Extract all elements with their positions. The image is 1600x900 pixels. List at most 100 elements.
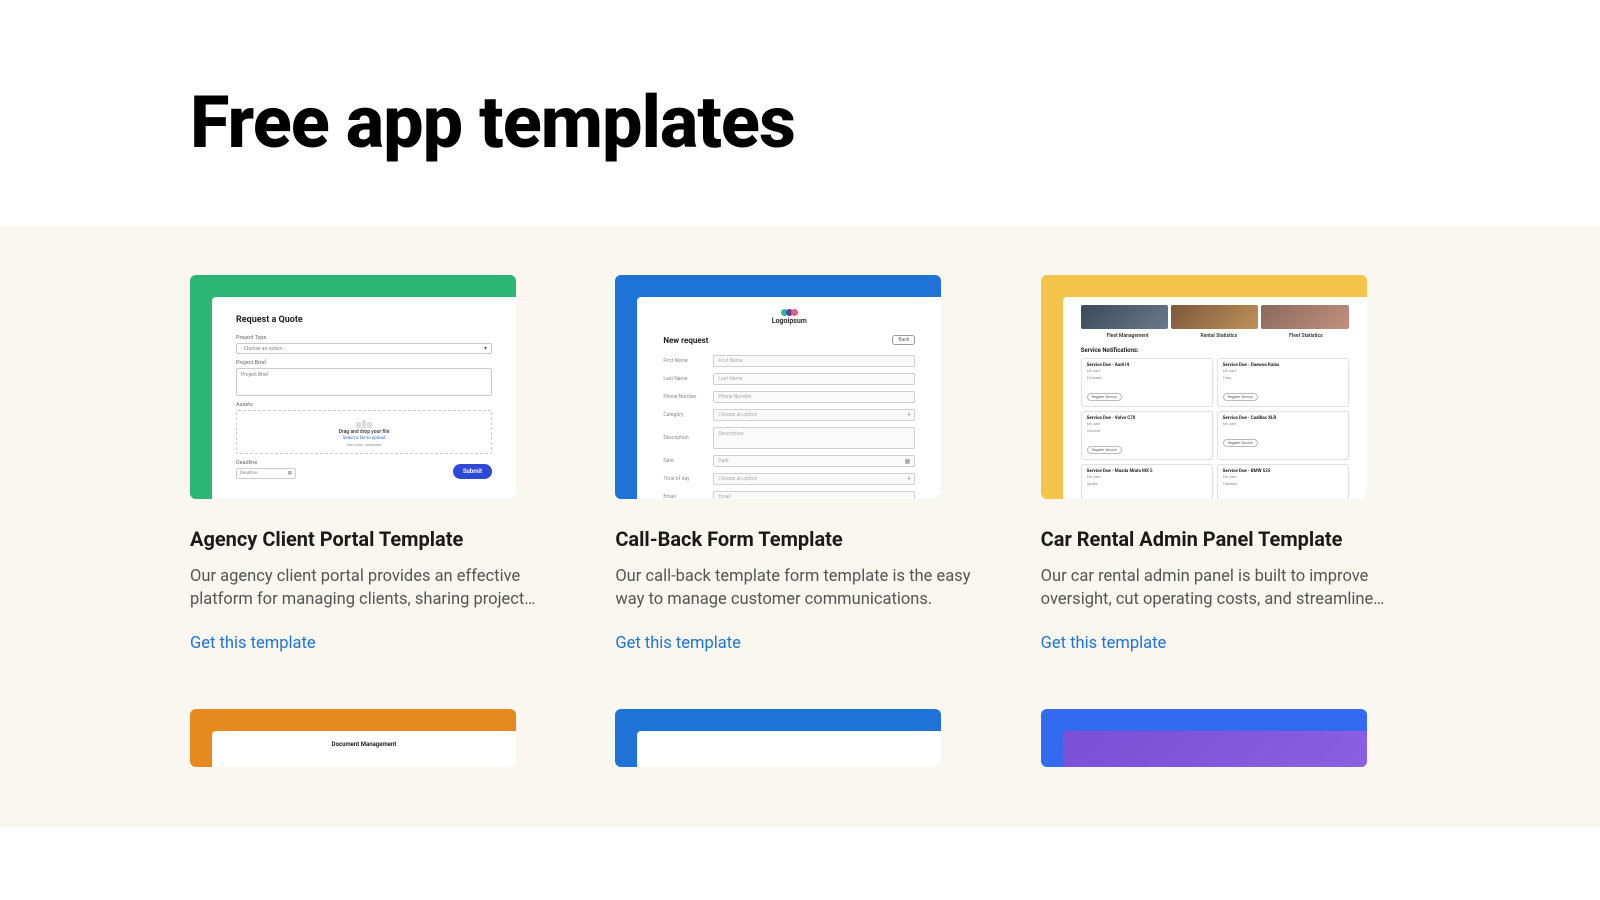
mini-card: Service Due - Volvo C706th JuneConcordRe… <box>1081 411 1213 460</box>
mini-card: Service Due - Audi I46th JuneEl DoradoRe… <box>1081 358 1213 407</box>
template-card <box>1041 709 1410 767</box>
drop-line: from your computer <box>346 442 381 447</box>
field-label: Date <box>663 458 713 464</box>
chevron-down-icon: ▾ <box>908 476 911 482</box>
mini-subtitle: 6th June <box>1087 369 1207 373</box>
thumbnail-panel: Logoipsum New request Back First NameFir… <box>637 297 941 499</box>
text-input: Email <box>713 491 915 499</box>
mini-subtitle: 6th June <box>1223 475 1343 479</box>
template-card-callback: Logoipsum New request Back First NameFir… <box>615 275 984 653</box>
upload-icon <box>356 418 372 428</box>
thumbnail-panel <box>637 731 941 767</box>
mini-button: Register Service <box>1223 393 1258 401</box>
thumb-image <box>1081 305 1168 329</box>
file-drop-zone: Drag and drop your file Select a file to… <box>236 410 492 454</box>
text-input: Phone Number <box>713 391 915 403</box>
thumb-tab: Rental Statistics <box>1201 333 1238 339</box>
date-value: Deadline <box>240 471 257 476</box>
template-title: Agency Client Portal Template <box>190 527 559 551</box>
get-template-link[interactable]: Get this template <box>190 634 559 653</box>
placeholder-text: Email <box>718 494 730 499</box>
templates-grid-section: Request a Quote Project Type - Choose an… <box>0 225 1600 827</box>
thumb-tab: Fleet Statistics <box>1289 333 1322 339</box>
mini-button: Register Service <box>1087 393 1122 401</box>
mini-button: Register Service <box>1087 446 1122 454</box>
textarea-input: Description <box>713 427 915 449</box>
mini-subtitle: Concord <box>1087 429 1207 433</box>
submit-button: Submit <box>453 464 492 479</box>
form-row: Description Description <box>663 427 915 449</box>
form-row: First NameFirst Name <box>663 355 915 367</box>
form-row: Last NameLast Name <box>663 373 915 385</box>
template-card <box>615 709 984 767</box>
field-label: Time of day <box>663 476 713 482</box>
thumbnail-panel: Document Management <box>212 731 516 767</box>
date-input: Date ▦ <box>713 455 915 467</box>
template-thumbnail[interactable] <box>615 709 941 767</box>
form-row: CategoryChoose an option▾ <box>663 409 915 421</box>
thumb-mini-cards: Service Due - Audi I46th JuneEl DoradoRe… <box>1081 358 1349 499</box>
mini-card: Service Due - BMW 5256th JunePlacentiaRe… <box>1217 464 1349 499</box>
template-thumbnail[interactable]: Fleet Management Rental Statistics Fleet… <box>1041 275 1367 499</box>
mini-subtitle: 6th June <box>1223 422 1343 426</box>
thumb-tab: Fleet Management <box>1107 333 1149 339</box>
thumb-images-row <box>1081 305 1349 329</box>
placeholder-text: Phone Number <box>718 394 751 400</box>
calendar-icon: ▦ <box>905 458 911 465</box>
thumb-tabs: Fleet Management Rental Statistics Fleet… <box>1081 333 1349 339</box>
mini-button: Register Service <box>1223 439 1258 447</box>
field-label: Description <box>663 435 713 441</box>
placeholder-text: Date <box>718 458 728 464</box>
template-thumbnail[interactable] <box>1041 709 1367 767</box>
mini-subtitle: Tracy <box>1223 376 1343 380</box>
thumbnail-panel <box>1063 731 1367 767</box>
template-title: Car Rental Admin Panel Template <box>1041 527 1410 551</box>
form-row: Time of dayChoose an option▾ <box>663 473 915 485</box>
mini-card: Service Due - Cadillac XLR6th June Regist… <box>1217 411 1349 460</box>
thumb-image <box>1261 305 1348 329</box>
get-template-link[interactable]: Get this template <box>1041 634 1410 653</box>
template-card: Document Management <box>190 709 559 767</box>
template-thumbnail[interactable]: Document Management <box>190 709 516 767</box>
text-input: First Name <box>713 355 915 367</box>
chevron-down-icon: ▾ <box>908 412 911 418</box>
thumb-section-title: Service Notifications: <box>1081 347 1349 354</box>
template-thumbnail[interactable]: Logoipsum New request Back First NameFir… <box>615 275 941 499</box>
field-label: Project Type <box>236 335 492 341</box>
mini-subtitle: Santee <box>1087 482 1207 486</box>
form-footer-row: Deadline Deadline ▦ Submit <box>236 460 492 479</box>
mini-subtitle: Placentia <box>1223 482 1343 486</box>
get-template-link[interactable]: Get this template <box>615 634 984 653</box>
drop-line-link: Select a file to upload <box>343 436 386 441</box>
form-row: Phone NumberPhone Number <box>663 391 915 403</box>
mini-subtitle: 6th June <box>1087 475 1207 479</box>
template-description: Our call-back template form template is … <box>615 565 984 612</box>
form-row: EmailEmail <box>663 491 915 499</box>
template-thumbnail[interactable]: Request a Quote Project Type - Choose an… <box>190 275 516 499</box>
thumb-image <box>1171 305 1258 329</box>
thumbnail-panel: Fleet Management Rental Statistics Fleet… <box>1063 297 1367 499</box>
template-description: Our car rental admin panel is built to i… <box>1041 565 1410 612</box>
thumb-header-row: New request Back <box>663 335 915 345</box>
field-label: Deadline <box>236 460 296 466</box>
select-input: Choose an option▾ <box>713 473 915 485</box>
logo-dots-icon <box>781 309 798 316</box>
placeholder-text: Choose an option <box>718 412 757 418</box>
mini-title: Service Due - Audi I4 <box>1087 363 1207 368</box>
field-label: Project Brief <box>236 360 492 366</box>
template-description: Our agency client portal provides an eff… <box>190 565 559 612</box>
mini-card: Service Due - Mazda Miata MX 56th JuneSa… <box>1081 464 1213 499</box>
text-input: Last Name <box>713 373 915 385</box>
templates-grid: Request a Quote Project Type - Choose an… <box>190 275 1410 767</box>
placeholder-text: Description <box>718 431 743 437</box>
textarea-input: Project Brief <box>236 368 492 396</box>
select-input: - Choose an option - ▾ <box>236 343 492 354</box>
thumb-logo: Logoipsum <box>663 309 915 325</box>
mini-title: Service Due - Cadillac XLR <box>1223 416 1343 421</box>
mini-subtitle: 6th June <box>1223 369 1343 373</box>
date-input: Deadline ▦ <box>236 468 296 479</box>
template-card-car-rental: Fleet Management Rental Statistics Fleet… <box>1041 275 1410 653</box>
thumbnail-panel: Request a Quote Project Type - Choose an… <box>212 297 516 499</box>
mini-subtitle: 6th June <box>1087 422 1207 426</box>
placeholder-text: First Name <box>718 358 742 364</box>
